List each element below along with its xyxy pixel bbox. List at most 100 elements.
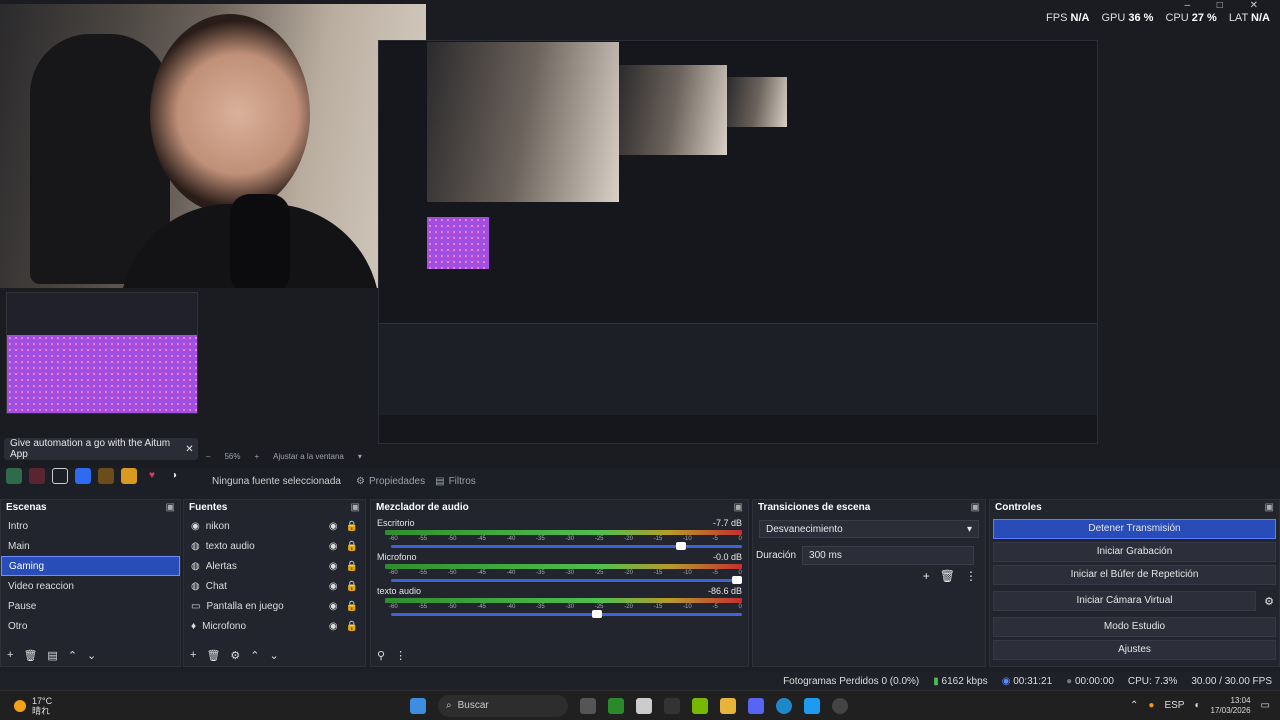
menu-icon[interactable]: ⋮	[395, 649, 406, 662]
preview-canvas[interactable]: – 56% + Ajustar a la ventana ▾ FPS N/A G…	[0, 0, 1280, 468]
scene-item[interactable]: Gaming	[1, 556, 180, 576]
filters-button[interactable]: ▤ Filtros	[435, 476, 476, 487]
up-icon[interactable]: ⌃	[68, 649, 77, 662]
duration-field[interactable]: 300 ms	[802, 546, 975, 565]
volume-icon[interactable]: ◐	[1194, 700, 1200, 711]
menu-icon[interactable]: ⋮	[965, 569, 977, 583]
popout-icon[interactable]: ▣	[166, 502, 175, 514]
source-name: texto audio	[205, 540, 255, 552]
lock-icon[interactable]: 🔒	[346, 581, 358, 592]
trash-icon[interactable]: 🗑	[206, 649, 220, 662]
source-item[interactable]: ♦ Microfono ◉ 🔒	[184, 616, 365, 636]
add-icon[interactable]: +	[7, 649, 13, 662]
virtual-camera-button[interactable]: Iniciar Cámara Virtual	[993, 591, 1256, 611]
filter-icon[interactable]: ▤	[47, 649, 57, 662]
task-view-icon[interactable]	[580, 697, 596, 714]
gear-icon[interactable]: ⚙	[230, 649, 240, 662]
source-item[interactable]: ◍ Chat ◉ 🔒	[184, 576, 365, 596]
minimize-button[interactable]: –	[1184, 0, 1202, 11]
source-item[interactable]: ◍ Alertas ◉ 🔒	[184, 556, 365, 576]
lock-icon[interactable]: 🔒	[346, 521, 358, 532]
trash-icon[interactable]: 🗑	[940, 569, 955, 583]
window-controls[interactable]: – □ ✕	[1184, 0, 1270, 11]
maximize-button[interactable]: □	[1217, 0, 1235, 11]
taskbar-search[interactable]: ⌕ Buscar	[438, 694, 568, 717]
source-item[interactable]: ◍ texto audio ◉ 🔒	[184, 536, 365, 556]
close-icon[interactable]: ✕	[181, 444, 198, 455]
clock[interactable]: 13:04 17/03/2026	[1211, 696, 1251, 716]
down-icon[interactable]: ⌄	[87, 649, 96, 662]
lock-icon[interactable]: 🔒	[346, 561, 358, 572]
record-icon[interactable]	[29, 468, 45, 484]
volume-slider[interactable]	[391, 542, 742, 550]
stop-stream-button[interactable]: Detener Transmisión	[993, 519, 1276, 539]
source-item[interactable]: ▭ Pantalla en juego ◉ 🔒	[184, 596, 365, 616]
store-icon[interactable]	[636, 697, 652, 714]
windows-start-icon[interactable]	[410, 697, 426, 714]
trash-icon[interactable]: 🗑	[23, 649, 37, 662]
app-f-icon[interactable]	[804, 697, 820, 714]
folder-icon[interactable]	[720, 697, 736, 714]
down-icon[interactable]: ⌄	[270, 649, 279, 662]
stream-icon[interactable]	[6, 468, 22, 484]
transition-select[interactable]: Desvanecimiento ▾	[759, 520, 979, 538]
chevron-up-icon[interactable]: ⌃	[1130, 700, 1138, 711]
mic-icon[interactable]: ●	[1148, 700, 1154, 711]
weather-widget[interactable]: 17°C 晴れ	[14, 696, 52, 716]
gear-icon[interactable]	[121, 468, 137, 484]
scene-item[interactable]: Intro	[1, 516, 180, 536]
up-icon[interactable]: ⌃	[250, 649, 259, 662]
add-icon[interactable]: +	[190, 649, 196, 662]
replay-buffer-button[interactable]: Iniciar el Búfer de Repetición	[993, 565, 1276, 585]
volume-slider[interactable]	[391, 610, 742, 618]
popout-icon[interactable]: ▣	[351, 502, 360, 514]
eye-icon[interactable]: ◉	[329, 581, 338, 592]
monitor-icon: ▭	[191, 600, 201, 612]
scene-item[interactable]: Video reaccion	[1, 576, 180, 596]
properties-button[interactable]: ⚙ Propiedades	[356, 476, 425, 487]
eye-icon[interactable]: ◉	[329, 601, 338, 612]
lock-icon[interactable]: 🔒	[346, 541, 358, 552]
add-icon[interactable]: +	[923, 569, 930, 583]
discord-icon[interactable]	[748, 697, 764, 714]
scene-item[interactable]: Otro	[1, 616, 180, 636]
close-button[interactable]: ✕	[1250, 0, 1270, 11]
volume-slider[interactable]	[391, 576, 742, 584]
folder-icon[interactable]	[98, 468, 114, 484]
scene-item[interactable]: Pause	[1, 596, 180, 616]
popout-icon[interactable]: ▣	[734, 502, 743, 514]
edge-icon[interactable]	[776, 697, 792, 714]
zoom-out-button[interactable]: –	[206, 452, 210, 461]
sync-icon[interactable]	[75, 468, 91, 484]
xbox-icon[interactable]	[608, 697, 624, 714]
eye-icon[interactable]: ◉	[329, 541, 338, 552]
lat-value: N/A	[1251, 12, 1270, 24]
moon-icon[interactable]: ◗	[167, 468, 183, 484]
heart-icon[interactable]: ♥	[144, 468, 160, 484]
app-icon[interactable]	[664, 697, 680, 714]
obs-icon[interactable]	[832, 697, 848, 714]
source-item[interactable]: ◉ nikon ◉ 🔒	[184, 516, 365, 536]
mini-preview	[6, 292, 198, 414]
fit-window-button[interactable]: Ajustar a la ventana	[273, 452, 344, 461]
virtual-cam-row: Iniciar Cámara Virtual ⚙	[990, 588, 1279, 614]
eye-icon[interactable]: ◉	[329, 561, 338, 572]
settings-button[interactable]: Ajustes	[993, 640, 1276, 660]
start-recording-button[interactable]: Iniciar Grabación	[993, 542, 1276, 562]
studio-mode-button[interactable]: Modo Estudio	[993, 617, 1276, 637]
zoom-in-button[interactable]: +	[254, 452, 259, 461]
eye-icon[interactable]: ◉	[329, 621, 338, 632]
popout-icon[interactable]: ▣	[971, 502, 980, 514]
lang-indicator[interactable]: ESP	[1164, 700, 1184, 711]
zoom-dropdown[interactable]: ▾	[358, 452, 362, 461]
square-icon[interactable]	[52, 468, 68, 484]
lock-icon[interactable]: 🔒	[346, 621, 358, 632]
eye-icon[interactable]: ◉	[329, 521, 338, 532]
link-icon[interactable]: ⚲	[377, 649, 385, 662]
popout-icon[interactable]: ▣	[1265, 502, 1274, 514]
lock-icon[interactable]: 🔒	[346, 601, 358, 612]
scene-item[interactable]: Main	[1, 536, 180, 556]
nvidia-icon[interactable]	[692, 697, 708, 714]
gear-icon[interactable]: ⚙	[1259, 595, 1279, 608]
notification-icon[interactable]: ▭	[1261, 700, 1270, 711]
